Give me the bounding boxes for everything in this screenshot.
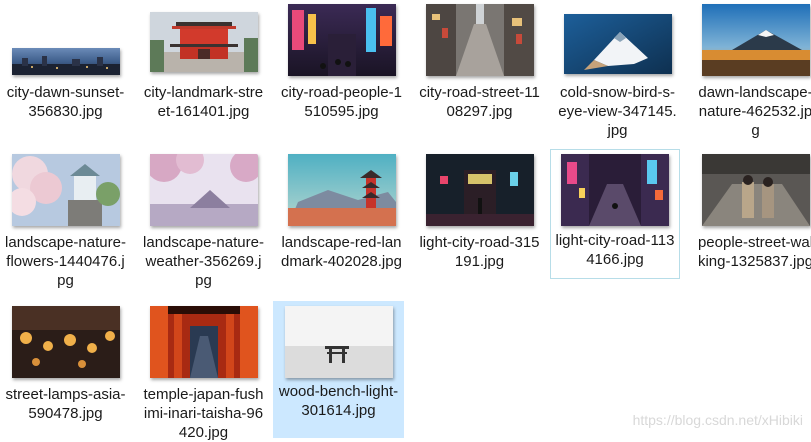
thumbnail-frame xyxy=(690,152,811,228)
thumbnail xyxy=(561,154,669,226)
file-item[interactable]: city-dawn-sunset-356830.jpg xyxy=(0,2,131,121)
file-name: landscape-red-landmark-402028.jpg xyxy=(281,234,402,270)
file-name: city-road-people-1510595.jpg xyxy=(281,84,402,120)
thumbnail-frame xyxy=(138,152,269,228)
thumbnail-frame xyxy=(414,2,545,78)
file-item[interactable]: landscape-nature-weather-356269.jpg xyxy=(138,152,269,290)
thumbnail xyxy=(425,4,534,76)
thumbnail-frame xyxy=(276,2,407,78)
file-item[interactable]: city-landmark-street-161401.jpg xyxy=(138,2,269,121)
thumbnail xyxy=(287,154,396,226)
file-item[interactable]: temple-japan-fushimi-inari-taisha-96420.… xyxy=(138,304,269,442)
thumbnail-frame xyxy=(138,304,269,380)
thumbnail xyxy=(284,306,393,378)
thumbnail xyxy=(701,4,810,76)
file-name: light-city-road-1134166.jpg xyxy=(555,232,675,268)
file-item[interactable]: city-road-street-1108297.jpg xyxy=(414,2,545,121)
thumbnail xyxy=(11,306,120,378)
file-item[interactable]: city-road-people-1510595.jpg xyxy=(276,2,407,121)
thumbnail xyxy=(11,48,120,75)
file-grid: city-dawn-sunset-356830.jpg city-landmar… xyxy=(0,0,811,441)
thumbnail-frame xyxy=(0,2,131,78)
file-name: people-street-walking-1325837.jpg xyxy=(697,234,811,270)
thumbnail xyxy=(287,4,396,76)
file-item[interactable]: dawn-landscape-nature-462532.jpg xyxy=(690,2,811,140)
thumbnail-frame xyxy=(276,152,407,228)
file-item-hovered[interactable]: light-city-road-1134166.jpg xyxy=(550,149,680,279)
thumbnail xyxy=(149,306,258,378)
thumbnail xyxy=(425,154,534,226)
file-item-selected[interactable]: wood-bench-light-301614.jpg xyxy=(273,301,404,438)
file-item[interactable]: cold-snow-bird-s-eye-view-347145.jpg xyxy=(552,2,683,140)
file-item[interactable]: light-city-road-315191.jpg xyxy=(414,152,545,271)
file-name: landscape-nature-weather-356269.jpg xyxy=(143,234,264,289)
file-name: landscape-nature-flowers-1440476.jpg xyxy=(5,234,126,289)
file-name: dawn-landscape-nature-462532.jpg xyxy=(698,84,811,139)
thumbnail-frame xyxy=(0,152,131,228)
file-name: temple-japan-fushimi-inari-taisha-96420.… xyxy=(143,386,264,441)
thumbnail xyxy=(149,154,258,226)
file-item[interactable]: landscape-nature-flowers-1440476.jpg xyxy=(0,152,131,290)
thumbnail xyxy=(149,12,258,72)
thumbnail-frame xyxy=(690,2,811,78)
file-name: light-city-road-315191.jpg xyxy=(419,234,540,270)
file-name: cold-snow-bird-s-eye-view-347145.jpg xyxy=(558,84,677,139)
file-item[interactable]: people-street-walking-1325837.jpg xyxy=(690,152,811,271)
thumbnail-frame xyxy=(138,2,269,78)
thumbnail-frame xyxy=(273,301,404,378)
file-name: city-landmark-street-161401.jpg xyxy=(143,84,264,120)
thumbnail-frame xyxy=(552,2,683,78)
thumbnail xyxy=(701,154,810,226)
thumbnail-frame xyxy=(551,150,679,226)
watermark-text: https://blog.csdn.net/xHibiki xyxy=(632,412,803,428)
thumbnail-frame xyxy=(414,152,545,228)
thumbnail xyxy=(11,154,120,226)
file-name: wood-bench-light-301614.jpg xyxy=(278,383,399,419)
file-name: street-lamps-asia-590478.jpg xyxy=(5,386,126,422)
thumbnail-frame xyxy=(0,304,131,380)
file-item[interactable]: street-lamps-asia-590478.jpg xyxy=(0,304,131,423)
file-name: city-dawn-sunset-356830.jpg xyxy=(6,84,125,120)
file-name: city-road-street-1108297.jpg xyxy=(419,84,540,120)
file-item[interactable]: landscape-red-landmark-402028.jpg xyxy=(276,152,407,271)
thumbnail xyxy=(563,14,672,74)
